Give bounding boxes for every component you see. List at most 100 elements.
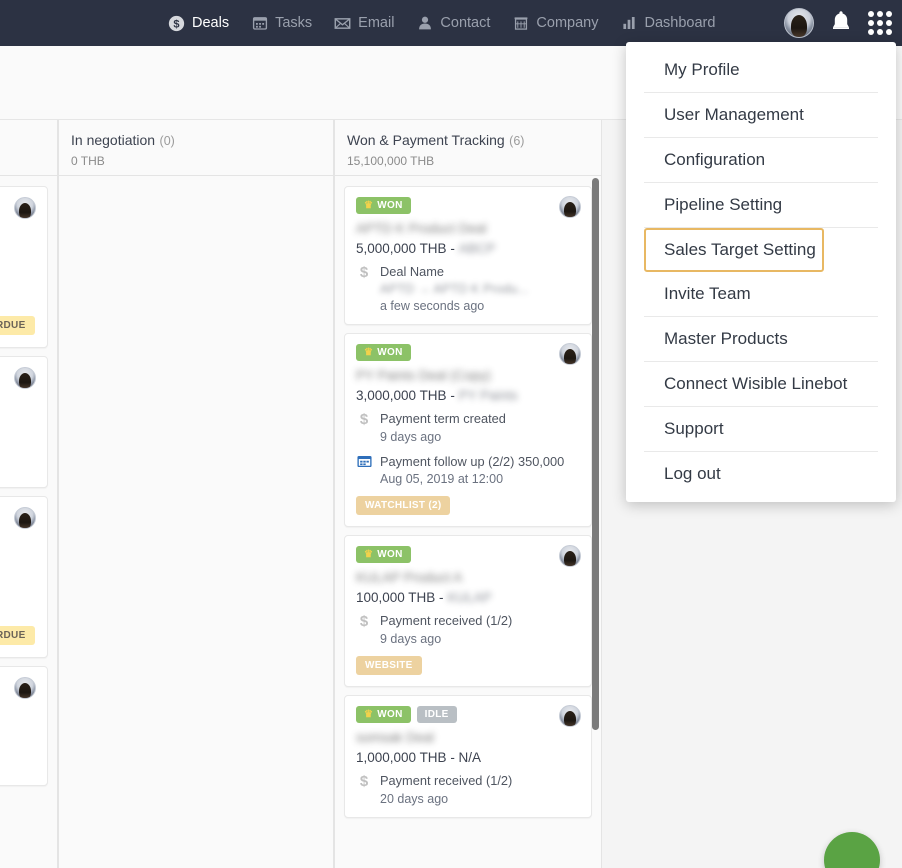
activity-text: Payment term created [380,411,506,426]
badge-label: WON [377,200,403,211]
status-badge-won: ♛ WON [356,546,411,563]
deal-title: APTD K Product Deal [356,221,487,236]
column-sum: 0 THB [71,154,105,168]
apps-grid-icon[interactable] [868,11,892,35]
avatar [14,677,36,699]
deal-amount: 100,000 THB - KULAP [356,590,580,605]
deal-amount: 3,000,000 THB - PY Paints [356,388,580,403]
menu-item-invite-team[interactable]: Invite Team [644,272,878,317]
nav-item-email[interactable]: Email [334,15,394,32]
nav-label-deals: Deals [192,15,230,31]
status-badge-won: ♛ WON [356,197,411,214]
deal-amount-value: 3,000,000 THB - [356,388,459,403]
envelope-icon [334,15,351,32]
nav-item-deals[interactable]: $ Deals [168,15,229,32]
website-tag: WEBSITE [356,656,422,675]
menu-item-log-out[interactable]: Log out [644,452,878,496]
followup-text: Payment follow up (2/2) 350,000 [380,454,565,469]
top-navigation-bar: $ Deals Tasks Email Contact Company Dash… [0,0,902,46]
activity-line: $ Payment received (1/2) [356,612,580,630]
activity-label: Deal Name [380,264,445,279]
activity-line: $ Deal Name APTD → APTD K Produ... [356,263,580,297]
nav-links: $ Deals Tasks Email Contact Company Dash… [168,15,715,32]
activity-line: $ Payment received (1/2) [356,772,580,790]
badge-label: WON [377,709,403,720]
activity-time: a few seconds ago [380,299,485,313]
activity-detail: APTD → APTD K Produ... [380,281,528,296]
menu-item-my-profile[interactable]: My Profile [644,46,878,93]
avatar [14,507,36,529]
deal-card[interactable]: OVERDUE [0,496,48,658]
column-sum: 15,100,000 THB [347,154,435,168]
nav-item-contact[interactable]: Contact [416,15,490,32]
nav-item-dashboard[interactable]: Dashboard [620,15,715,32]
activity-text: Deal Name APTD → APTD K Produ... [380,263,580,297]
kanban-column-won-payment-tracking: Won & Payment Tracking (6) 15,100,000 TH… [334,120,602,868]
column-cards-in-negotiation [59,176,333,186]
bell-icon[interactable] [830,9,852,38]
building-icon [512,15,529,32]
calendar-icon [251,15,268,32]
status-badge-won: ♛ WON [356,706,411,723]
nav-label-company: Company [536,15,599,31]
avatar [559,343,581,365]
nav-item-tasks[interactable]: Tasks [251,15,312,32]
avatar [559,196,581,218]
column-count: (6) [509,134,525,148]
column-scrollbar[interactable] [592,178,599,730]
nav-label-email: Email [358,15,395,31]
app-root: $ Deals Tasks Email Contact Company Dash… [0,0,902,868]
menu-item-user-management[interactable]: User Management [644,93,878,138]
deal-account: ABCP [458,241,496,256]
menu-item-support[interactable]: Support [644,407,878,452]
deal-card[interactable]: ♛ WON PY Paints Deal (Copy) 3,000,000 TH… [344,333,592,527]
menu-item-connect-wisible-linebot[interactable]: Connect Wisible Linebot [644,362,878,407]
nav-label-tasks: Tasks [275,15,313,31]
column-header-in-negotiation: In negotiation (0) 0 THB [59,120,333,176]
menu-item-pipeline-setting[interactable]: Pipeline Setting [644,183,878,228]
status-badge: OVERDUE [0,316,35,335]
dollar-icon: $ [359,264,369,281]
deal-card[interactable] [0,666,48,786]
avatar [559,545,581,567]
kanban-column-clipped: OVERDUE OVERDUE [0,120,58,868]
menu-item-configuration[interactable]: Configuration [644,138,878,183]
followup-line: Payment follow up (2/2) 350,000 [356,453,580,470]
dollar-icon: $ [359,773,369,790]
dollar-icon: $ [359,411,369,428]
nav-label-contact: Contact [440,15,491,31]
column-header-clipped [0,120,57,176]
column-cards-clipped: OVERDUE OVERDUE [0,176,57,786]
deal-title: PY Paints Deal (Copy) [356,368,491,383]
activity-time: 9 days ago [380,632,442,646]
activity-time: 20 days ago [380,792,449,806]
dollar-icon: $ [359,613,369,630]
deal-card[interactable]: OVERDUE [0,186,48,348]
deal-card[interactable] [0,356,48,488]
column-header-won: Won & Payment Tracking (6) 15,100,000 TH… [335,120,601,176]
deal-card[interactable]: ♛ WON KULAP Product A 100,000 THB - KULA… [344,535,592,687]
status-badge-idle: IDLE [416,706,457,723]
bar-chart-icon [620,15,637,32]
watchlist-tag: WATCHLIST (2) [356,496,451,515]
card-badges: ♛ WON [356,344,580,361]
column-title: Won & Payment Tracking [347,132,505,148]
user-dropdown-menu: My Profile User Management Configuration… [626,42,896,502]
nav-item-company[interactable]: Company [512,15,598,32]
badge-label: WON [377,549,403,560]
menu-item-sales-target-setting[interactable]: Sales Target Setting [644,228,824,272]
deal-card[interactable]: ♛ WON APTD K Product Deal 5,000,000 THB … [344,186,592,325]
menu-item-master-products[interactable]: Master Products [644,317,878,362]
deal-amount: 1,000,000 THB - N/A [356,750,482,765]
activity-line: $ Payment term created [356,410,580,428]
column-title: In negotiation [71,132,156,148]
activity-text: Payment received (1/2) [380,773,513,788]
nav-label-dashboard: Dashboard [644,15,716,31]
deal-card[interactable]: ♛ WON IDLE somsak Deal 1,000,000 THB - N… [344,695,592,818]
column-count: (0) [159,134,175,148]
user-avatar[interactable] [784,8,814,38]
deal-amount: 5,000,000 THB - ABCP [356,241,580,256]
status-badge-won: ♛ WON [356,344,411,361]
deal-title: KULAP Product A [356,570,463,585]
followup-time: Aug 05, 2019 at 12:00 [380,472,504,486]
